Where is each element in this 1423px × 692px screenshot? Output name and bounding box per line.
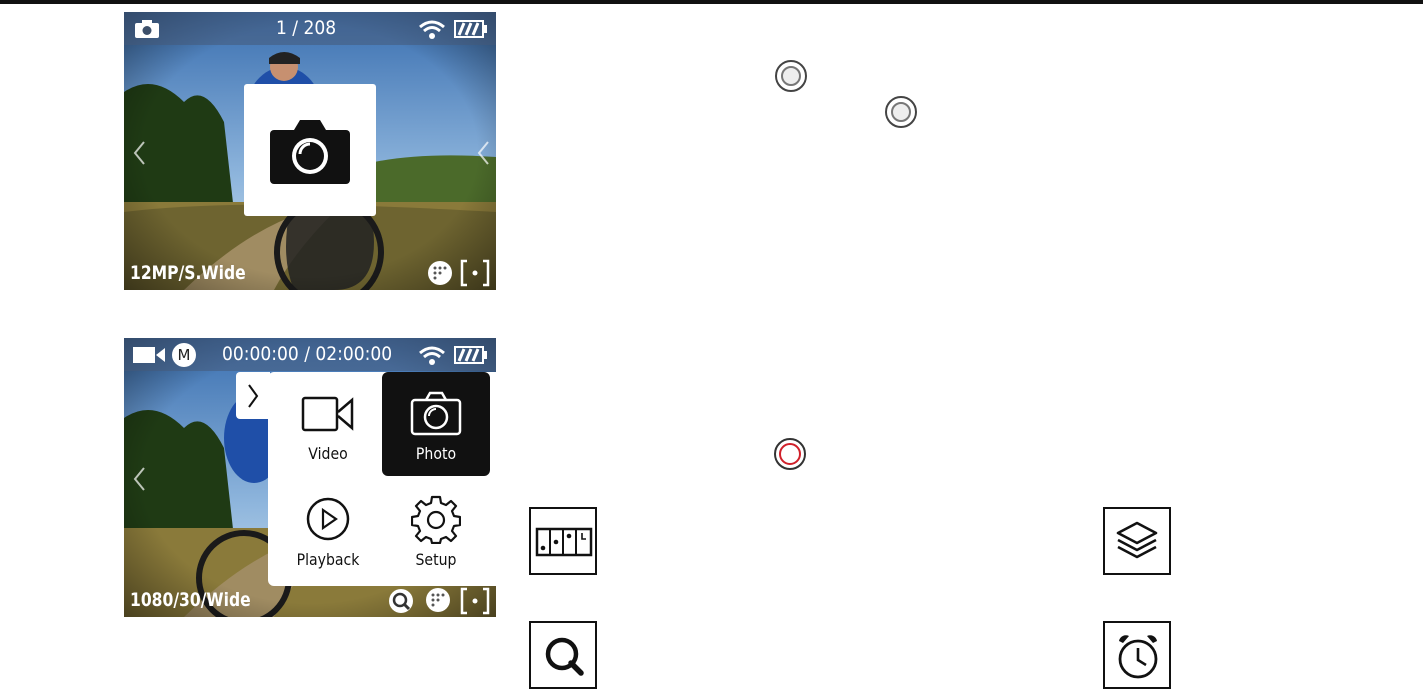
camera-mode-icon — [135, 20, 159, 38]
wifi-icon — [419, 346, 445, 365]
menu-item-label: Photo — [415, 444, 457, 463]
wifi-icon — [419, 20, 445, 39]
battery-icon — [454, 346, 487, 364]
menu-item-playback[interactable]: Playback — [274, 478, 382, 582]
menu-item-setup[interactable]: Setup — [382, 478, 490, 582]
photo-settings-label: 12MP/S.Wide — [130, 262, 246, 284]
shot-counter: 1 / 208 — [276, 17, 337, 39]
status-bar: 1 / 208 — [124, 12, 496, 45]
video-settings-label: 1080/30/Wide — [130, 589, 251, 611]
video-camera-icon — [301, 396, 354, 432]
prev-arrow-icon[interactable] — [132, 140, 146, 166]
metering-icon — [460, 587, 490, 615]
play-icon — [306, 497, 350, 541]
layers-icon — [1103, 507, 1171, 575]
battery-icon — [454, 20, 487, 38]
prev-arrow-icon[interactable] — [132, 466, 146, 492]
menu-item-label: Playback — [296, 550, 360, 569]
timecode: 00:00:00 / 02:00:00 — [222, 343, 393, 365]
chevron-right-icon — [248, 384, 259, 408]
next-arrow-icon[interactable] — [476, 140, 490, 166]
color-mode-icon — [428, 261, 452, 285]
photo-popup-camera-icon — [270, 120, 350, 184]
status-bar: M 00:00:00 / 02:00:00 — [124, 338, 496, 371]
photo-camera-icon — [410, 391, 462, 436]
self-timer-icon — [1103, 621, 1171, 689]
record-button-icon — [774, 438, 806, 470]
video-mode-icon — [133, 347, 165, 363]
shutter-button-icon — [775, 60, 807, 92]
top-rule — [0, 0, 1423, 4]
photo-mode-popup — [244, 84, 376, 216]
mode-menu: Video Photo Playback Setup — [268, 372, 496, 586]
menu-item-video[interactable]: Video — [274, 372, 382, 476]
shutter-button-icon — [885, 96, 917, 128]
zoom-icon — [389, 589, 413, 613]
gear-icon — [411, 495, 461, 544]
zoom-search-icon — [529, 621, 597, 689]
time-lapse-icon — [529, 507, 597, 575]
photo-mode-screen[interactable]: 1 / 208 12MP/S.Wide — [124, 12, 496, 290]
video-mode-screen[interactable]: M 00:00:00 / 02:00:00 Video Photo Playba… — [124, 338, 496, 617]
manual-mode-badge: M — [172, 343, 196, 367]
menu-collapse-tab[interactable] — [236, 372, 270, 419]
menu-item-photo[interactable]: Photo — [382, 372, 490, 476]
color-mode-icon — [426, 588, 450, 612]
menu-item-label: Video — [308, 444, 348, 463]
metering-icon — [460, 259, 490, 287]
menu-item-label: Setup — [415, 550, 457, 569]
